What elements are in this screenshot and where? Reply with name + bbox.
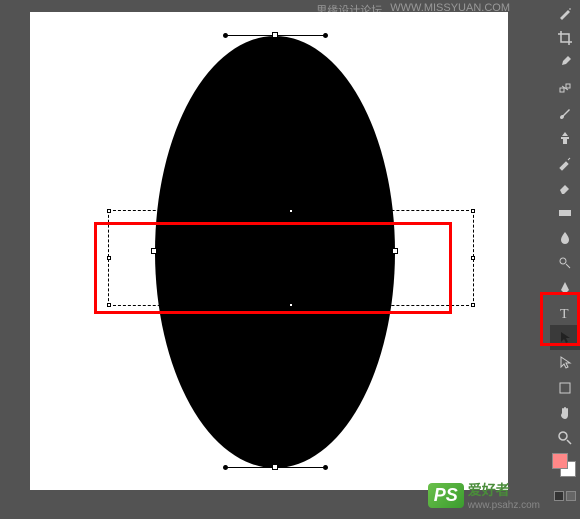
wand-tool[interactable] xyxy=(550,0,580,25)
history-brush-tool[interactable] xyxy=(550,150,580,175)
mode-swatch[interactable] xyxy=(554,491,564,501)
hand-tool[interactable] xyxy=(550,400,580,425)
anchor-point-bottom[interactable] xyxy=(272,464,278,470)
mode-swatch[interactable] xyxy=(566,491,576,501)
blur-tool[interactable] xyxy=(550,225,580,250)
bezier-control-point[interactable] xyxy=(223,33,228,38)
watermark: PS 爱好者 www.psahz.com xyxy=(428,480,540,511)
selection-handle[interactable] xyxy=(471,209,475,213)
eyedropper-tool[interactable] xyxy=(550,50,580,75)
tools-panel: T xyxy=(550,0,580,519)
pen-tool[interactable] xyxy=(550,275,580,300)
selection-handle[interactable] xyxy=(289,209,293,213)
annotation-highlight-box xyxy=(94,222,452,314)
healing-brush-tool[interactable] xyxy=(550,75,580,100)
shape-tool[interactable] xyxy=(550,375,580,400)
foreground-color-swatch[interactable] xyxy=(552,453,568,469)
zoom-tool[interactable] xyxy=(550,425,580,450)
crop-tool[interactable] xyxy=(550,25,580,50)
direct-selection-tool[interactable] xyxy=(550,350,580,375)
path-selection-tool[interactable] xyxy=(550,325,580,350)
gradient-tool[interactable] xyxy=(550,200,580,225)
watermark-url: www.psahz.com xyxy=(468,500,540,511)
eraser-tool[interactable] xyxy=(550,175,580,200)
bezier-control-point[interactable] xyxy=(323,465,328,470)
svg-text:T: T xyxy=(560,307,569,321)
watermark-text: 爱好者 xyxy=(468,480,540,500)
bezier-control-point[interactable] xyxy=(223,465,228,470)
color-swatches[interactable] xyxy=(552,453,578,479)
brush-tool[interactable] xyxy=(550,100,580,125)
canvas-area[interactable] xyxy=(30,12,508,490)
selection-handle[interactable] xyxy=(107,209,111,213)
clone-stamp-tool[interactable] xyxy=(550,125,580,150)
dodge-tool[interactable] xyxy=(550,250,580,275)
watermark-logo: PS xyxy=(428,483,464,508)
bezier-control-point[interactable] xyxy=(323,33,328,38)
anchor-point-top[interactable] xyxy=(272,32,278,38)
selection-handle[interactable] xyxy=(471,256,475,260)
type-tool[interactable]: T xyxy=(550,300,580,325)
selection-handle[interactable] xyxy=(471,303,475,307)
mode-swatches xyxy=(554,491,576,501)
